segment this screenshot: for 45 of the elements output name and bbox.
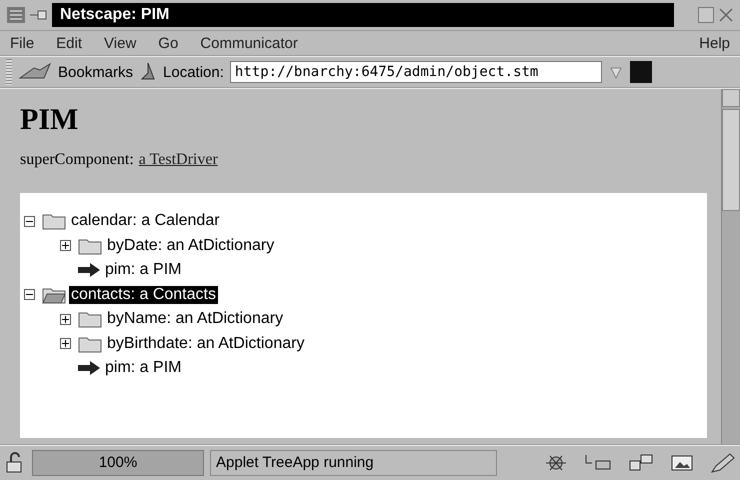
tree-item[interactable]: pim: a PIM bbox=[103, 359, 184, 378]
tree-item[interactable]: byName: an AtDictionary bbox=[105, 310, 286, 328]
toolbar-grip[interactable] bbox=[6, 59, 12, 85]
pen-icon[interactable] bbox=[710, 452, 736, 474]
folder-icon bbox=[78, 236, 102, 255]
window-menu-icon[interactable] bbox=[6, 6, 26, 24]
maximize-button[interactable] bbox=[698, 7, 714, 23]
menu-item[interactable]: Go bbox=[158, 34, 178, 52]
status-message: Applet TreeApp running bbox=[210, 450, 497, 476]
folder-icon bbox=[78, 334, 102, 353]
page-heading: PIM bbox=[20, 103, 80, 137]
folder-icon bbox=[78, 310, 102, 328]
menu-item[interactable]: View bbox=[104, 34, 136, 52]
tree-item[interactable]: calendar: a Calendar bbox=[69, 212, 222, 230]
bug-icon[interactable] bbox=[544, 453, 568, 473]
url-field[interactable]: http://bnarchy:6475/admin/object.stm bbox=[230, 61, 602, 83]
scrollbar[interactable] bbox=[721, 89, 740, 444]
pin-icon[interactable] bbox=[30, 9, 48, 21]
image-icon[interactable] bbox=[670, 453, 694, 473]
tree-item[interactable]: byBirthdate: an AtDictionary bbox=[105, 334, 306, 353]
expand-toggle[interactable] bbox=[60, 240, 71, 252]
location-label: Location: bbox=[163, 64, 224, 80]
close-icon[interactable] bbox=[718, 7, 734, 23]
tree-item[interactable]: contacts: a Contacts bbox=[69, 286, 218, 304]
expand-toggle[interactable] bbox=[60, 314, 71, 325]
logo-icon bbox=[630, 61, 652, 83]
bookmarks-button[interactable]: Bookmarks bbox=[58, 64, 134, 80]
collapse-toggle[interactable] bbox=[24, 289, 35, 300]
expand-toggle[interactable] bbox=[60, 338, 71, 350]
object-link[interactable]: a TestDriver bbox=[138, 151, 218, 169]
menu-item[interactable]: Edit bbox=[56, 34, 82, 52]
tree-item[interactable]: byDate: an AtDictionary bbox=[105, 236, 276, 255]
folder-icon bbox=[42, 212, 66, 230]
arrow-icon bbox=[78, 263, 100, 278]
menu-item[interactable]: File bbox=[10, 34, 34, 52]
folder-icon bbox=[42, 286, 66, 304]
tree-item[interactable]: pim: a PIM bbox=[103, 261, 184, 280]
menu-item[interactable]: Communicator bbox=[200, 34, 298, 52]
progress-text: 100% bbox=[98, 453, 138, 473]
chat-icon[interactable] bbox=[628, 453, 654, 473]
collapse-toggle[interactable] bbox=[24, 216, 35, 227]
arrow-icon bbox=[78, 361, 100, 376]
field-label: superComponent: bbox=[20, 151, 134, 169]
window-title: Netscape: PIM bbox=[52, 3, 674, 27]
menu-item[interactable]: Help bbox=[699, 34, 730, 52]
